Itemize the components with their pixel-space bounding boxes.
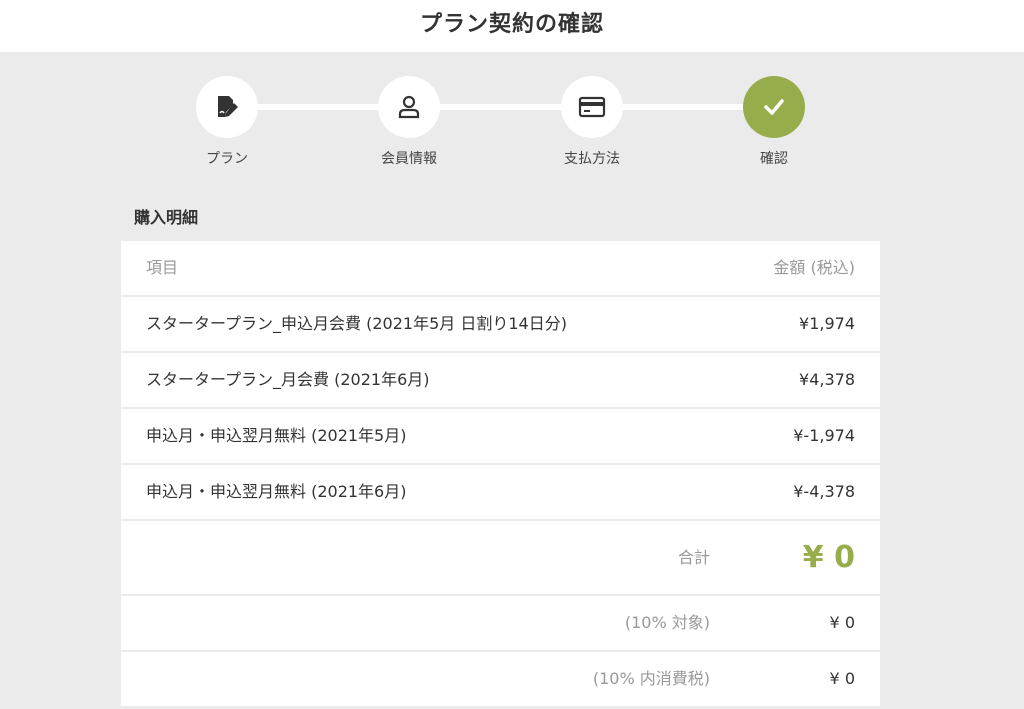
table-row: スタータープラン_月会費 (2021年6月) ¥4,378 (121, 353, 880, 407)
table-row: 申込月・申込翌月無料 (2021年6月) ¥-4,378 (121, 465, 880, 519)
progress-stepper: プラン 会員情報 支払方法 確認 (0, 52, 1024, 182)
plan-edit-icon (196, 76, 258, 138)
step-label: 会員情報 (381, 151, 437, 167)
column-header-item: 項目 (146, 258, 179, 277)
item-amount: ¥-1,974 (793, 426, 855, 445)
total-label: 合計 (677, 548, 710, 567)
item-name: スタータープラン_月会費 (2021年6月) (146, 370, 430, 389)
item-name: 申込月・申込翌月無料 (2021年5月) (146, 426, 407, 445)
page-title: プラン契約の確認 (419, 12, 604, 37)
item-name: 申込月・申込翌月無料 (2021年6月) (146, 482, 407, 501)
item-name: スタータープラン_申込月会費 (2021年5月 日割り14日分) (146, 314, 567, 333)
table-row: 申込月・申込翌月無料 (2021年5月) ¥-1,974 (121, 409, 880, 463)
step-plan[interactable]: プラン (167, 76, 287, 168)
step-label: 確認 (760, 151, 788, 167)
step-label: 支払方法 (564, 151, 620, 167)
column-header-amount: 金額 (税込) (773, 258, 855, 277)
tax-included-amount: ¥ 0 (829, 669, 855, 688)
header: プラン契約の確認 (0, 0, 1024, 52)
check-icon (743, 76, 805, 138)
tax-target-amount: ¥ 0 (829, 613, 855, 632)
step-confirm[interactable]: 確認 (714, 76, 834, 168)
user-icon (378, 76, 440, 138)
purchase-details-table: 項目 金額 (税込) スタータープラン_申込月会費 (2021年5月 日割り14… (121, 241, 880, 708)
tax-target-label: (10% 対象) (624, 613, 710, 632)
tax-included-row: (10% 内消費税) ¥ 0 (121, 652, 880, 706)
tax-included-label: (10% 内消費税) (592, 669, 710, 688)
table-header: 項目 金額 (税込) (121, 241, 880, 295)
table-row: スタータープラン_申込月会費 (2021年5月 日割り14日分) ¥1,974 (121, 297, 880, 351)
total-amount: ¥ 0 (802, 540, 855, 575)
total-row: 合計 ¥ 0 (121, 521, 880, 594)
credit-card-icon (561, 76, 623, 138)
section-title: 購入明細 (134, 208, 199, 227)
step-member-info[interactable]: 会員情報 (349, 76, 469, 168)
step-label: プラン (206, 151, 248, 167)
step-payment[interactable]: 支払方法 (532, 76, 652, 168)
tax-target-row: (10% 対象) ¥ 0 (121, 596, 880, 650)
stepper-line (228, 104, 774, 110)
item-amount: ¥4,378 (799, 370, 855, 389)
item-amount: ¥1,974 (799, 314, 855, 333)
item-amount: ¥-4,378 (793, 482, 855, 501)
